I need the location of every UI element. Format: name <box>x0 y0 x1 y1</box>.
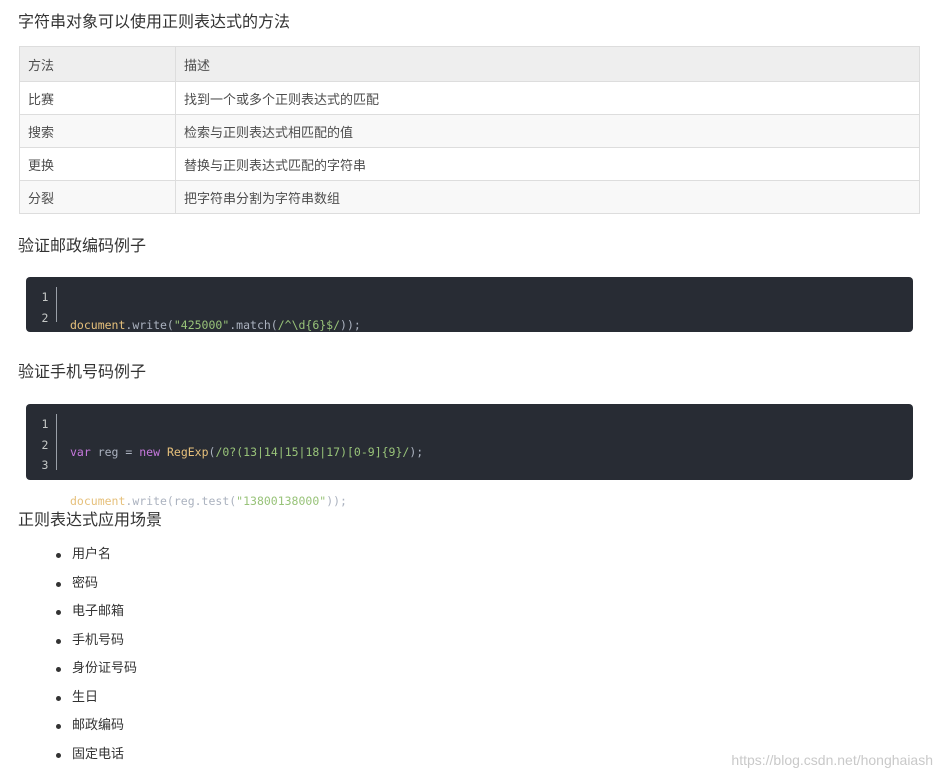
list-item: 用户名 <box>18 541 137 570</box>
list-item: 密码 <box>18 570 137 599</box>
section-title-postcode-example: 验证邮政编码例子 <box>18 236 147 255</box>
line-number-gutter: 1 2 <box>34 287 57 325</box>
column-header-description: 描述 <box>175 46 920 82</box>
table-cell: 比赛 <box>19 81 176 115</box>
table-cell: 检索与正则表达式相匹配的值 <box>175 114 920 148</box>
line-number: 1 <box>41 417 49 431</box>
code-block-phone: 1 2 3 var reg = new RegExp(/0?(13|14|15|… <box>26 404 913 508</box>
list-item: 身份证号码 <box>18 655 137 684</box>
table-cell: 分裂 <box>19 180 176 214</box>
table-row: 分裂 把字符串分割为字符串数组 <box>19 180 920 214</box>
table-cell: 找到一个或多个正则表达式的匹配 <box>175 81 920 115</box>
table-cell: 把字符串分割为字符串数组 <box>175 180 920 214</box>
section-title-phone-example: 验证手机号码例子 <box>18 362 147 381</box>
table-cell: 更换 <box>19 147 176 181</box>
line-number: 3 <box>41 458 49 472</box>
table-row: 更换 替换与正则表达式匹配的字符串 <box>19 147 920 181</box>
list-item: 手机号码 <box>18 627 137 656</box>
table-cell: 搜索 <box>19 114 176 148</box>
code-lines: document.write("425000".match(/^\d{6}$/)… <box>70 287 361 412</box>
code-line: var reg = new RegExp(/0?(13|14|15|18|17)… <box>70 445 424 459</box>
code-block-postcode: 1 2 document.write("425000".match(/^\d{6… <box>26 277 913 332</box>
column-header-method: 方法 <box>19 46 176 82</box>
line-number-gutter: 1 2 3 <box>34 414 57 472</box>
section-title-use-cases: 正则表达式应用场景 <box>18 510 163 529</box>
table-row: 比赛 找到一个或多个正则表达式的匹配 <box>19 81 920 115</box>
table-header-row: 方法 描述 <box>19 46 920 82</box>
line-number: 2 <box>41 310 49 325</box>
code-line: document.write("425000".match(/^\d{6}$/)… <box>70 318 361 332</box>
section-title-string-methods: 字符串对象可以使用正则表达式的方法 <box>18 12 291 31</box>
table-row: 搜索 检索与正则表达式相匹配的值 <box>19 114 920 148</box>
list-item: 电子邮箱 <box>18 598 137 627</box>
line-number: 2 <box>41 437 49 452</box>
line-number: 1 <box>41 290 49 304</box>
methods-table: 方法 描述 比赛 找到一个或多个正则表达式的匹配 搜索 检索与正则表达式相匹配的… <box>19 46 920 214</box>
list-item: 生日 <box>18 684 137 713</box>
table-cell: 替换与正则表达式匹配的字符串 <box>175 147 920 181</box>
watermark: https://blog.csdn.net/honghaiash <box>731 752 933 768</box>
use-case-list: 用户名 密码 电子邮箱 手机号码 身份证号码 生日 邮政编码 固定电话 <box>18 541 137 769</box>
list-item: 邮政编码 <box>18 712 137 741</box>
list-item: 固定电话 <box>18 741 137 770</box>
code-line: document.write(reg.test("13800138000")); <box>70 493 347 508</box>
